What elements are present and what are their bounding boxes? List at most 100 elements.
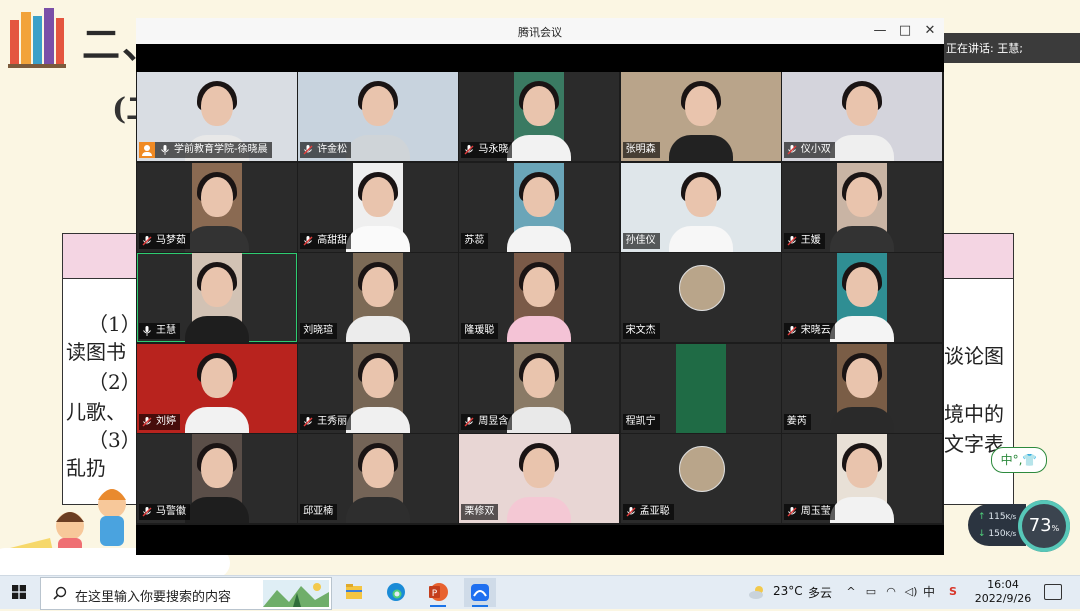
participant-name: 王媛: [800, 234, 821, 246]
notification-center-icon[interactable]: [1044, 584, 1062, 600]
participant-name-tag: 王慧: [139, 323, 180, 340]
participant-video: [507, 162, 572, 252]
participant-video: [507, 253, 572, 343]
system-clock[interactable]: 16:04 2022/9/26: [972, 578, 1034, 606]
participant-tile[interactable]: 栗修双: [459, 434, 620, 524]
participant-tile[interactable]: 隆瑗聪: [459, 253, 620, 343]
participant-tile[interactable]: 宋文杰: [620, 253, 781, 343]
participant-tile[interactable]: 学前教育学院-徐晓晨: [137, 72, 297, 161]
powerpoint-taskbar-icon[interactable]: P: [422, 578, 454, 607]
microphone-muted-icon: [303, 416, 313, 427]
participant-name-tag: 刘晓瑄: [300, 323, 338, 340]
participant-tile[interactable]: 周玉莹: [781, 434, 942, 524]
windows-start-icon[interactable]: [12, 585, 26, 599]
participant-tile[interactable]: 马梦茹: [137, 162, 297, 252]
participant-tile[interactable]: 姜芮: [781, 343, 942, 433]
wifi-icon[interactable]: ◠: [884, 585, 898, 599]
slide-text-line: 谈论图: [944, 344, 1004, 368]
clock-time: 16:04: [987, 578, 1019, 591]
participant-tile[interactable]: 张明森: [620, 72, 781, 161]
participant-video-grid: 学前教育学院-徐晓晨 许金松 马永晓 张明森 仪小双马梦茹 高甜甜 苏蕊 孙佳仪 王媛王慧 刘晓瑄…: [137, 72, 943, 525]
participant-video: [185, 434, 249, 524]
participant-tile[interactable]: 王慧: [137, 253, 297, 343]
participant-tile[interactable]: 马警徽: [137, 434, 297, 524]
participant-video: [829, 434, 894, 524]
participant-tile[interactable]: 邱亚楠: [298, 434, 459, 524]
microphone-muted-icon: [626, 507, 636, 517]
participant-tile[interactable]: 宋晓云: [781, 253, 942, 343]
participant-tile[interactable]: 刘婷: [137, 343, 297, 433]
participant-tile[interactable]: 许金松: [298, 72, 459, 161]
participant-tile[interactable]: 王媛: [781, 162, 942, 252]
participant-name: 孟亚聪: [639, 506, 670, 518]
participant-video: [829, 343, 894, 433]
volume-icon[interactable]: ◁): [904, 585, 918, 599]
participant-name-tag: 王媛: [783, 232, 825, 249]
participant-name-tag: 栗修双: [461, 504, 499, 521]
participant-name: 马永晓: [478, 144, 509, 155]
chevron-up-icon[interactable]: ^: [844, 585, 858, 599]
speaking-text: 正在讲话: 王慧;: [946, 42, 1023, 55]
file-explorer-taskbar-icon[interactable]: [338, 578, 370, 607]
participant-name: 孙佳仪: [625, 234, 656, 246]
participant-name: 邱亚楠: [303, 506, 334, 518]
participant-tile[interactable]: 孟亚聪: [620, 434, 781, 524]
ime-floating-bar[interactable]: 中°,👕: [991, 447, 1047, 473]
upload-arrow-icon: ↑: [978, 512, 986, 522]
tencent-meeting-window[interactable]: 腾讯会议 — □ ✕ 学前教育学院-徐晓晨 许金松 马永晓 张明森 仪小双马梦茹 高甜甜 苏…: [136, 18, 944, 555]
microphone-muted-icon: [787, 235, 797, 246]
microphone-muted-icon: [303, 235, 313, 246]
download-unit: K/s: [1005, 530, 1017, 538]
close-button[interactable]: ✕: [921, 22, 939, 40]
weather-temperature[interactable]: 23°C: [773, 584, 803, 598]
slide-text-line: 境中的: [944, 402, 1004, 426]
participant-tile[interactable]: 周昱含: [459, 343, 620, 433]
svg-text:P: P: [432, 589, 438, 599]
participant-name: 马警徽: [156, 506, 186, 518]
participant-name-tag: 高甜甜: [300, 232, 352, 249]
windows-taskbar: 在这里输入你要搜索的内容 P 23°C 多云 ^ ▭ ◠ ◁) 中 S 16:0…: [0, 575, 1080, 610]
participant-video: [675, 343, 726, 433]
input-method-indicator[interactable]: 中: [922, 585, 936, 599]
microphone-muted-icon: [787, 507, 797, 517]
memory-usage-gauge[interactable]: 73%: [1018, 500, 1070, 552]
tencent-meeting-taskbar-icon[interactable]: [464, 578, 496, 607]
cloudy-weather-icon[interactable]: [748, 584, 766, 600]
participant-name-tag: 隆瑗聪: [461, 323, 499, 340]
participant-avatar: [678, 446, 725, 493]
upload-speed: 115: [988, 512, 1006, 522]
participant-tile[interactable]: 刘晓瑄: [298, 253, 459, 343]
minimize-button[interactable]: —: [871, 22, 889, 40]
slide-text-line: 儿歌、: [66, 400, 126, 424]
participant-name-tag: 许金松: [300, 142, 352, 158]
participant-tile[interactable]: 高甜甜: [298, 162, 459, 252]
weather-description[interactable]: 多云: [808, 584, 832, 601]
participant-tile[interactable]: 孙佳仪: [620, 162, 781, 252]
participant-tile[interactable]: 苏蕊: [459, 162, 620, 252]
gauge-value: 73: [1028, 515, 1052, 536]
window-titlebar[interactable]: 腾讯会议 — □ ✕: [136, 18, 944, 44]
search-icon: [53, 586, 67, 600]
search-placeholder: 在这里输入你要搜索的内容: [75, 590, 232, 605]
participant-name: 周昱含: [478, 415, 509, 427]
maximize-button[interactable]: □: [896, 22, 914, 40]
participant-name: 学前教育学院-徐晓晨: [174, 144, 268, 155]
participant-tile[interactable]: 王秀丽: [298, 343, 459, 433]
active-app-underline: [430, 605, 446, 607]
taskbar-search-box[interactable]: 在这里输入你要搜索的内容: [40, 577, 332, 610]
participant-name: 隆瑗聪: [464, 325, 495, 337]
participant-name-tag: 程凯宁: [622, 413, 660, 430]
participant-video: [346, 343, 411, 433]
microphone-muted-icon: [142, 416, 152, 427]
participant-name: 王秀丽: [317, 415, 348, 427]
gauge-unit: %: [1051, 524, 1060, 533]
participant-tile[interactable]: 马永晓: [459, 72, 620, 161]
battery-icon[interactable]: ▭: [864, 585, 878, 599]
participant-name-tag: 宋晓云: [783, 323, 835, 340]
participant-tile[interactable]: 仪小双: [781, 72, 942, 161]
microphone-muted-icon: [464, 145, 474, 155]
participant-tile[interactable]: 程凯宁: [620, 343, 781, 433]
participant-video: [507, 72, 572, 161]
sogou-input-icon[interactable]: S: [946, 585, 960, 599]
edge-browser-taskbar-icon[interactable]: [380, 578, 412, 607]
